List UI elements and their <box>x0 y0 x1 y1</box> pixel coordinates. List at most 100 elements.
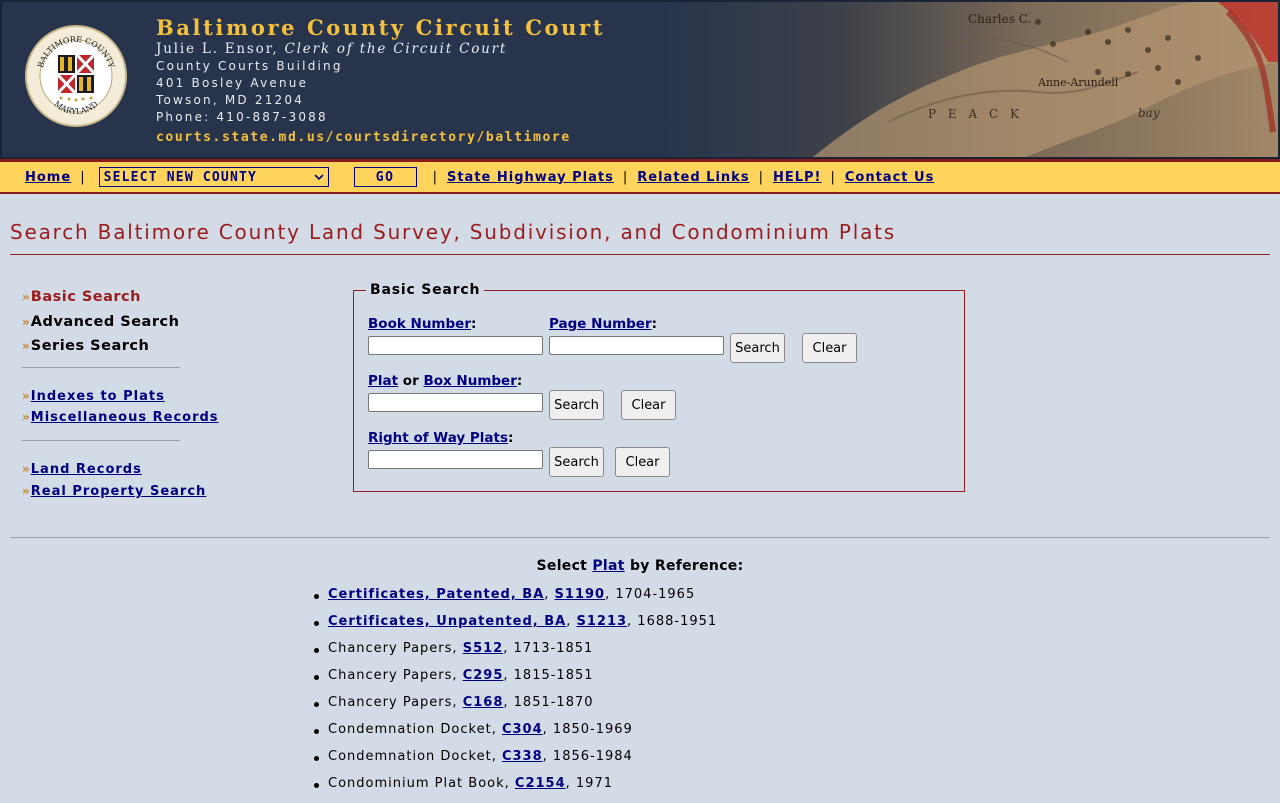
map-label: bay <box>1138 106 1160 120</box>
land-records-link[interactable]: Land Records <box>31 462 142 477</box>
side-item-series-search[interactable]: » Series Search <box>22 335 149 354</box>
right-of-way-label: Right of Way Plats: <box>368 430 513 446</box>
search-right-of-way-button[interactable]: Search <box>549 447 604 477</box>
box-number-link[interactable]: Box Number <box>423 373 516 389</box>
reference-separator: , <box>566 614 577 629</box>
side-divider <box>22 440 180 441</box>
county-seal-logo: BALTIMORE COUNTY MARYLAND <box>25 25 127 127</box>
phone-number: Phone: 410-887-3088 <box>156 110 328 124</box>
side-item-label: Advanced Search <box>30 314 180 330</box>
nav-separator: | <box>758 169 764 185</box>
reference-series-link[interactable]: Certificates, Patented, BA <box>328 587 544 602</box>
side-item-land-records: » Land Records <box>22 458 142 477</box>
label-colon: : <box>651 316 658 332</box>
reference-list: Certificates, Patented, BA, S1190, 1704-… <box>313 587 717 803</box>
chevron-right-icon: » <box>22 290 30 304</box>
reference-series: Condemnation Docket, <box>328 749 502 764</box>
reference-code-link[interactable]: C295 <box>463 668 504 683</box>
plat-box-input[interactable] <box>368 393 543 412</box>
reference-series: Chancery Papers, <box>328 668 463 683</box>
reference-heading-pre: Select <box>536 558 593 574</box>
list-item: Chancery Papers, C168, 1851-1870 <box>313 695 717 722</box>
court-title: Baltimore County Circuit Court <box>156 15 605 40</box>
reference-dates: , 1704-1965 <box>605 587 696 602</box>
side-item-label: Basic Search <box>30 289 141 305</box>
chevron-right-icon: » <box>22 315 30 329</box>
reference-separator: , <box>544 587 555 602</box>
side-item-indexes: » Indexes to Plats <box>22 385 165 404</box>
indexes-to-plats-link[interactable]: Indexes to Plats <box>31 389 165 404</box>
reference-series: Condominium Plat Book, <box>328 776 515 791</box>
basic-search-panel: Basic Search Book Number: Page Number: S… <box>353 282 965 492</box>
chevron-right-icon: » <box>22 462 30 476</box>
map-label: Anne-Arundell <box>1038 76 1119 89</box>
nav-state-highway-link[interactable]: State Highway Plats <box>447 170 614 185</box>
reference-dates: , 1713-1851 <box>503 641 594 656</box>
right-of-way-link[interactable]: Right of Way Plats <box>368 430 508 446</box>
clerk-title: Clerk of the Circuit Court <box>284 41 508 57</box>
book-number-input[interactable] <box>368 336 543 355</box>
reference-plat-link[interactable]: Plat <box>592 558 624 574</box>
reference-dates: , 1850-1969 <box>542 722 633 737</box>
reference-dates: , 1815-1851 <box>503 668 594 683</box>
clear-plat-box-button[interactable]: Clear <box>621 390 676 420</box>
reference-code-link[interactable]: C338 <box>502 749 543 764</box>
nav-home-link[interactable]: Home <box>25 170 71 185</box>
basic-search-legend: Basic Search <box>366 282 485 298</box>
label-colon: : <box>470 316 477 332</box>
map-label: Charles C. <box>968 12 1032 26</box>
label-colon: : <box>516 373 523 389</box>
book-number-label: Book Number: <box>368 316 476 332</box>
reference-code-link[interactable]: S1190 <box>555 587 606 602</box>
side-item-basic-search[interactable]: » Basic Search <box>22 286 141 305</box>
search-book-page-button[interactable]: Search <box>730 333 785 363</box>
reference-code-link[interactable]: C2154 <box>515 776 566 791</box>
court-url: courts.state.md.us/courtsdirectory/balti… <box>156 130 571 145</box>
page-number-link[interactable]: Page Number <box>549 316 652 332</box>
chevron-right-icon: » <box>22 339 30 353</box>
page-number-label: Page Number: <box>549 316 657 332</box>
page-number-input[interactable] <box>549 336 724 355</box>
reference-code-link[interactable]: C168 <box>463 695 504 710</box>
nav-separator: | <box>622 169 629 185</box>
nav-contact-link[interactable]: Contact Us <box>845 170 934 185</box>
reference-code-link[interactable]: S512 <box>463 641 504 656</box>
clerk-line: Julie L. Ensor, Clerk of the Circuit Cou… <box>156 41 507 57</box>
clear-book-page-button[interactable]: Clear <box>802 333 857 363</box>
nav-separator: | <box>830 169 836 185</box>
county-select-value: SELECT NEW COUNTY <box>103 169 258 185</box>
map-label: P E A C K <box>928 107 1023 121</box>
misc-records-link[interactable]: Miscellaneous Records <box>31 410 219 425</box>
side-item-label: Series Search <box>30 338 150 354</box>
search-plat-box-button[interactable]: Search <box>549 390 604 420</box>
reference-series-link[interactable]: Certificates, Unpatented, BA <box>328 614 566 629</box>
reference-code-link[interactable]: C304 <box>502 722 543 737</box>
county-select[interactable]: SELECT NEW COUNTY <box>98 167 329 187</box>
list-item: Condemnation Docket, C338, 1856-1984 <box>313 749 717 776</box>
address-city: Towson, MD 21204 <box>156 93 305 107</box>
list-item: Certificates, Unpatented, BA, S1213, 168… <box>313 614 717 641</box>
title-divider <box>10 254 1270 255</box>
side-item-real-property: » Real Property Search <box>22 480 206 499</box>
plat-link[interactable]: Plat <box>368 373 398 389</box>
reference-code-link[interactable]: S1213 <box>576 614 627 629</box>
clear-right-of-way-button[interactable]: Clear <box>615 447 670 477</box>
chevron-right-icon: » <box>22 389 30 403</box>
nav-related-links[interactable]: Related Links <box>637 170 749 185</box>
book-number-link[interactable]: Book Number <box>368 316 471 332</box>
side-divider <box>22 367 180 368</box>
clerk-name: Julie L. Ensor, <box>156 41 279 57</box>
section-divider <box>10 537 1270 538</box>
right-of-way-input[interactable] <box>368 450 543 469</box>
list-item: Chancery Papers, S512, 1713-1851 <box>313 641 717 668</box>
reference-series: Chancery Papers, <box>328 695 463 710</box>
nav-bar: Home | SELECT NEW COUNTY GO | State High… <box>0 159 1280 194</box>
list-item: Condemnation Docket, C304, 1850-1969 <box>313 722 717 749</box>
side-item-advanced-search[interactable]: » Advanced Search <box>22 311 179 330</box>
nav-help-link[interactable]: HELP! <box>773 170 822 185</box>
label-colon: : <box>508 430 514 446</box>
go-button[interactable]: GO <box>353 167 417 187</box>
page-title: Search Baltimore County Land Survey, Sub… <box>10 220 896 244</box>
reference-series: Chancery Papers, <box>328 641 463 656</box>
real-property-link[interactable]: Real Property Search <box>31 484 207 499</box>
